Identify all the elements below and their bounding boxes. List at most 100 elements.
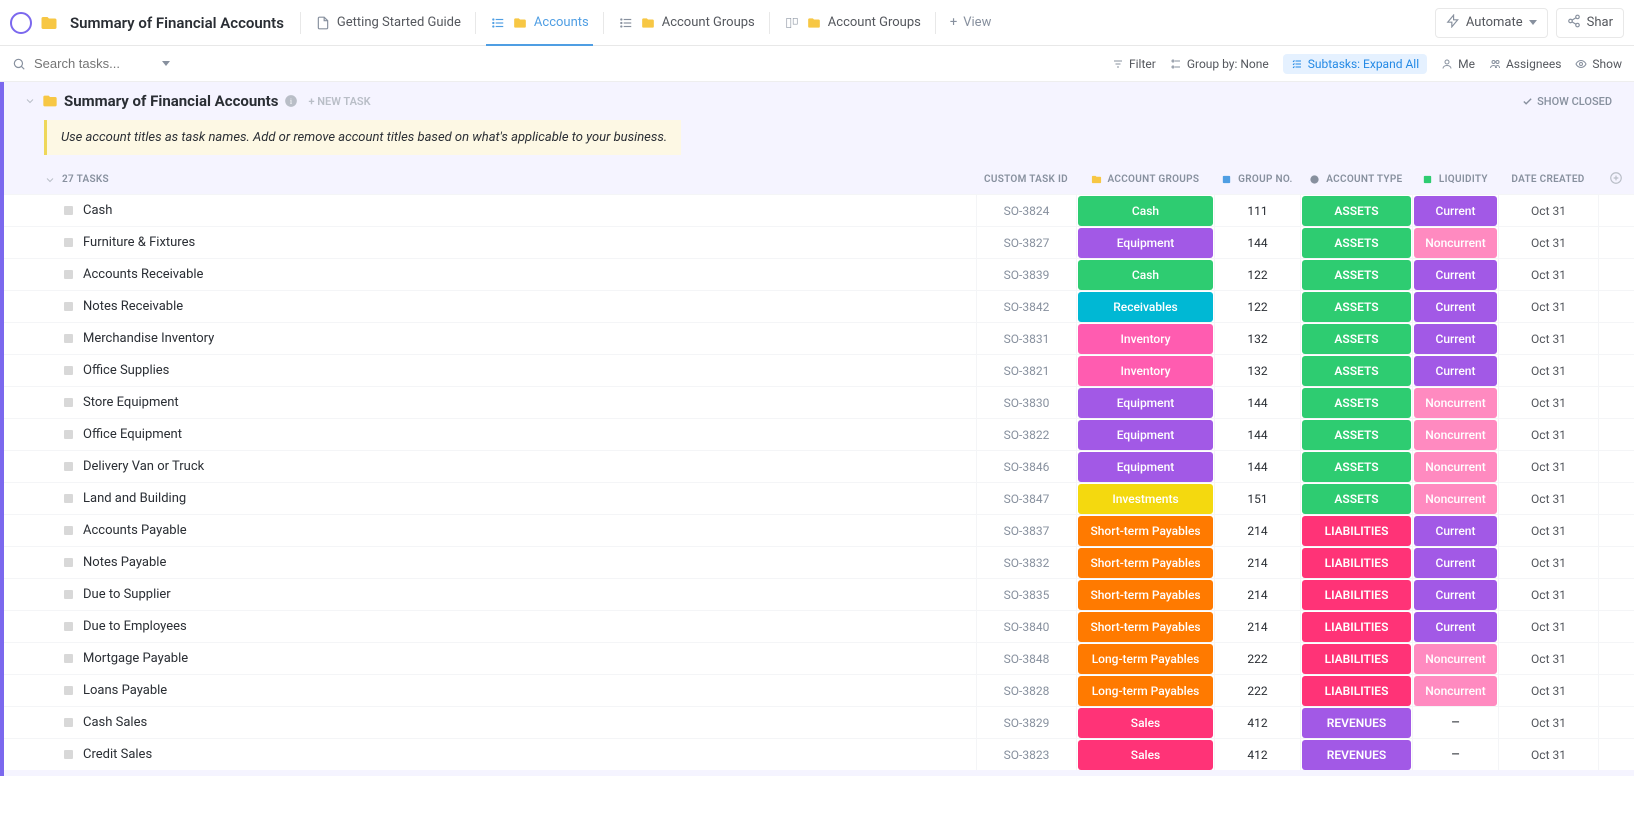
group-number[interactable]: 132: [1214, 355, 1300, 386]
col-header-group[interactable]: ACCOUNT GROUPS: [1076, 174, 1214, 185]
account-type-badge[interactable]: ASSETS: [1302, 484, 1411, 514]
table-row[interactable]: Office EquipmentSO-3822Equipment144ASSET…: [4, 418, 1634, 450]
account-group-badge[interactable]: Sales: [1078, 740, 1213, 770]
task-name[interactable]: Store Equipment: [83, 395, 179, 410]
table-row[interactable]: Accounts PayableSO-3837Short-term Payabl…: [4, 514, 1634, 546]
liquidity-badge[interactable]: Noncurrent: [1414, 452, 1497, 482]
status-icon[interactable]: [64, 750, 73, 759]
account-group-badge[interactable]: Inventory: [1078, 356, 1213, 386]
group-number[interactable]: 144: [1214, 227, 1300, 258]
table-row[interactable]: Credit SalesSO-3823Sales412REVENUES–Oct …: [4, 738, 1634, 770]
status-icon[interactable]: [64, 462, 73, 471]
table-row[interactable]: Notes PayableSO-3832Short-term Payables2…: [4, 546, 1634, 578]
me-button[interactable]: Me: [1441, 57, 1475, 71]
status-icon[interactable]: [64, 526, 73, 535]
group-number[interactable]: 144: [1214, 387, 1300, 418]
group-number[interactable]: 111: [1214, 195, 1300, 226]
liquidity-badge[interactable]: Noncurrent: [1414, 484, 1497, 514]
col-header-liq[interactable]: LIQUIDITY: [1412, 174, 1498, 185]
account-group-badge[interactable]: Receivables: [1078, 292, 1213, 322]
group-number[interactable]: 412: [1214, 707, 1300, 738]
task-name[interactable]: Land and Building: [83, 491, 186, 506]
account-type-badge[interactable]: ASSETS: [1302, 196, 1411, 226]
group-number[interactable]: 412: [1214, 739, 1300, 770]
liquidity-badge[interactable]: Current: [1414, 612, 1497, 642]
table-row[interactable]: Mortgage PayableSO-3848Long-term Payable…: [4, 642, 1634, 674]
tab-accounts[interactable]: Accounts: [478, 0, 601, 46]
account-group-badge[interactable]: Long-term Payables: [1078, 676, 1213, 706]
account-group-badge[interactable]: Equipment: [1078, 228, 1213, 258]
task-name[interactable]: Mortgage Payable: [83, 651, 188, 666]
account-type-badge[interactable]: REVENUES: [1302, 740, 1411, 770]
search-input[interactable]: [34, 56, 154, 71]
group-number[interactable]: 144: [1214, 419, 1300, 450]
share-button[interactable]: Shar: [1556, 8, 1624, 38]
task-name[interactable]: Cash: [83, 203, 112, 218]
liquidity-badge[interactable]: Noncurrent: [1414, 388, 1497, 418]
account-group-badge[interactable]: Short-term Payables: [1078, 580, 1213, 610]
status-icon[interactable]: [64, 654, 73, 663]
account-group-badge[interactable]: Investments: [1078, 484, 1213, 514]
account-group-badge[interactable]: Long-term Payables: [1078, 644, 1213, 674]
task-name[interactable]: Notes Receivable: [83, 299, 183, 314]
group-number[interactable]: 151: [1214, 483, 1300, 514]
account-type-badge[interactable]: LIABILITIES: [1302, 580, 1411, 610]
status-icon[interactable]: [64, 558, 73, 567]
account-type-badge[interactable]: LIABILITIES: [1302, 612, 1411, 642]
task-name[interactable]: Loans Payable: [83, 683, 167, 698]
liquidity-badge[interactable]: Noncurrent: [1414, 228, 1497, 258]
account-type-badge[interactable]: ASSETS: [1302, 324, 1411, 354]
add-column-button[interactable]: [1598, 171, 1634, 188]
status-icon[interactable]: [64, 302, 73, 311]
status-icon[interactable]: [64, 718, 73, 727]
collapse-icon[interactable]: [24, 95, 36, 107]
task-name[interactable]: Accounts Payable: [83, 523, 187, 538]
col-header-num[interactable]: GROUP NO.: [1214, 174, 1300, 185]
account-group-badge[interactable]: Inventory: [1078, 324, 1213, 354]
chevron-down-icon[interactable]: [162, 61, 170, 66]
group-number[interactable]: 222: [1214, 643, 1300, 674]
group-number[interactable]: 122: [1214, 291, 1300, 322]
status-icon[interactable]: [64, 366, 73, 375]
liquidity-badge[interactable]: Current: [1414, 580, 1497, 610]
add-view-button[interactable]: + View: [938, 15, 1004, 30]
task-name[interactable]: Cash Sales: [83, 715, 147, 730]
list-title[interactable]: Summary of Financial Accounts: [64, 92, 278, 110]
col-task-count[interactable]: 27 TASKS: [62, 174, 976, 185]
task-name[interactable]: Office Supplies: [83, 363, 169, 378]
automate-button[interactable]: Automate: [1435, 8, 1548, 38]
table-row[interactable]: Due to EmployeesSO-3840Short-term Payabl…: [4, 610, 1634, 642]
status-icon[interactable]: [64, 494, 73, 503]
info-icon[interactable]: i: [284, 94, 298, 108]
table-row[interactable]: Land and BuildingSO-3847Investments151AS…: [4, 482, 1634, 514]
status-icon[interactable]: [64, 238, 73, 247]
account-group-badge[interactable]: Cash: [1078, 196, 1213, 226]
status-icon[interactable]: [64, 334, 73, 343]
liquidity-badge[interactable]: Noncurrent: [1414, 676, 1497, 706]
filter-button[interactable]: Filter: [1112, 57, 1156, 71]
account-group-badge[interactable]: Equipment: [1078, 420, 1213, 450]
liquidity-badge[interactable]: Noncurrent: [1414, 420, 1497, 450]
table-row[interactable]: Cash SalesSO-3829Sales412REVENUES–Oct 31: [4, 706, 1634, 738]
liquidity-badge[interactable]: Current: [1414, 548, 1497, 578]
table-row[interactable]: Merchandise InventorySO-3831Inventory132…: [4, 322, 1634, 354]
status-icon[interactable]: [64, 430, 73, 439]
account-type-badge[interactable]: REVENUES: [1302, 708, 1411, 738]
table-row[interactable]: Notes ReceivableSO-3842Receivables122ASS…: [4, 290, 1634, 322]
account-group-badge[interactable]: Cash: [1078, 260, 1213, 290]
account-type-badge[interactable]: LIABILITIES: [1302, 676, 1411, 706]
table-row[interactable]: Office SuppliesSO-3821Inventory132ASSETS…: [4, 354, 1634, 386]
task-name[interactable]: Accounts Receivable: [83, 267, 203, 282]
account-type-badge[interactable]: LIABILITIES: [1302, 516, 1411, 546]
group-number[interactable]: 214: [1214, 547, 1300, 578]
liquidity-badge[interactable]: Current: [1414, 324, 1497, 354]
group-number[interactable]: 144: [1214, 451, 1300, 482]
liquidity-badge[interactable]: Current: [1414, 292, 1497, 322]
search-wrap[interactable]: [12, 56, 170, 71]
status-icon[interactable]: [64, 206, 73, 215]
group-number[interactable]: 132: [1214, 323, 1300, 354]
group-number[interactable]: 214: [1214, 515, 1300, 546]
account-type-badge[interactable]: ASSETS: [1302, 388, 1411, 418]
account-group-badge[interactable]: Short-term Payables: [1078, 612, 1213, 642]
app-logo-icon[interactable]: [10, 12, 32, 34]
